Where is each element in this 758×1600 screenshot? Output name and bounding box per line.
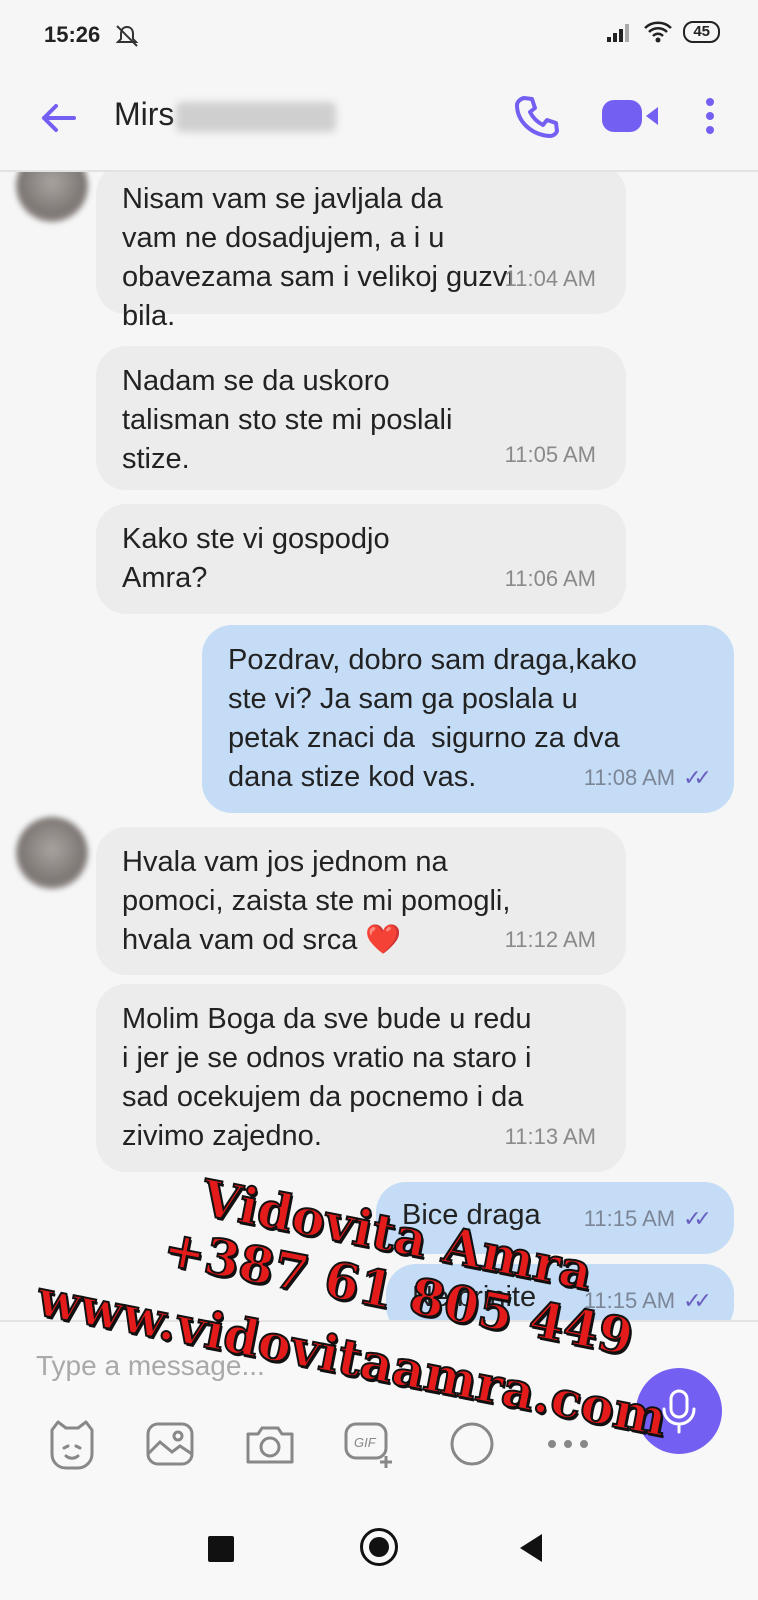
status-time: 15:26 (44, 22, 101, 47)
avatar[interactable] (16, 172, 88, 222)
system-nav-bar (0, 1500, 758, 1600)
contact-name-blurred (176, 101, 337, 132)
message-list[interactable]: Nisam vam se javljala da vam ne dosadjuj… (0, 172, 758, 1320)
video-camera-icon (602, 100, 658, 132)
message-time-text: 11:15 AM (583, 1206, 676, 1231)
arrow-left-icon (42, 104, 76, 132)
message-bubble-incoming[interactable]: Hvala vam jos jednom na pomoci, zaista s… (96, 827, 626, 975)
battery-icon: 45 (683, 21, 720, 43)
gallery-icon[interactable] (142, 1416, 198, 1472)
sticker-icon[interactable] (44, 1416, 100, 1472)
camera-icon[interactable] (242, 1416, 298, 1472)
message-bubble-outgoing[interactable]: Pozdrav, dobro sam draga,kako ste vi? Ja… (202, 625, 734, 813)
message-time: 11:04 AM (504, 266, 596, 291)
message-bubble-incoming[interactable]: Nisam vam se javljala da vam ne dosadjuj… (96, 172, 626, 332)
recents-button[interactable] (208, 1536, 234, 1562)
avatar[interactable] (16, 817, 88, 889)
video-call-button[interactable] (600, 92, 662, 140)
read-check-icon: ✓✓ (683, 765, 712, 790)
status-bar: 15:26 45 (0, 0, 758, 66)
phone-icon (515, 96, 559, 138)
message-time-text: 11:08 AM (583, 765, 676, 790)
message-time: 11:05 AM (504, 442, 596, 467)
svg-text:GIF: GIF (354, 1435, 377, 1450)
home-button[interactable] (360, 1528, 398, 1566)
voice-call-button[interactable] (512, 92, 560, 140)
back-button[interactable] (34, 94, 82, 142)
more-vertical-icon (706, 98, 714, 134)
message-time: 11:08 AM ✓✓ (583, 758, 712, 797)
message-bubble-incoming[interactable]: Kako ste vi gospodjo Amra? 11:06 AM (96, 504, 626, 614)
message-bubble-incoming[interactable]: Molim Boga da sve bude u redu i jer je s… (96, 984, 626, 1172)
message-text: Nisam vam se javljala da vam ne dosadjuj… (122, 183, 514, 332)
more-options-button[interactable] (698, 92, 722, 140)
emoji-icon[interactable] (444, 1416, 500, 1472)
signal-icon (607, 24, 630, 42)
system-back-button[interactable] (520, 1534, 542, 1562)
message-time: 11:12 AM (504, 927, 596, 952)
message-bubble-incoming[interactable]: Nadam se da uskoro talisman sto ste mi p… (96, 346, 626, 490)
message-time: 11:13 AM (504, 1124, 596, 1149)
wifi-icon (644, 21, 673, 43)
read-check-icon: ✓✓ (683, 1206, 712, 1231)
message-time: 11:06 AM (504, 566, 596, 591)
read-check-icon: ✓✓ (683, 1288, 712, 1313)
home-dot (369, 1537, 389, 1557)
message-time: 11:15 AM ✓✓ (583, 1199, 712, 1238)
chat-header: Mirs (0, 66, 758, 172)
gif-icon[interactable]: GIF (342, 1416, 398, 1472)
contact-name[interactable]: Mirs (114, 96, 337, 133)
contact-name-text: Mirs (114, 96, 175, 132)
mute-bell-icon (115, 25, 139, 47)
